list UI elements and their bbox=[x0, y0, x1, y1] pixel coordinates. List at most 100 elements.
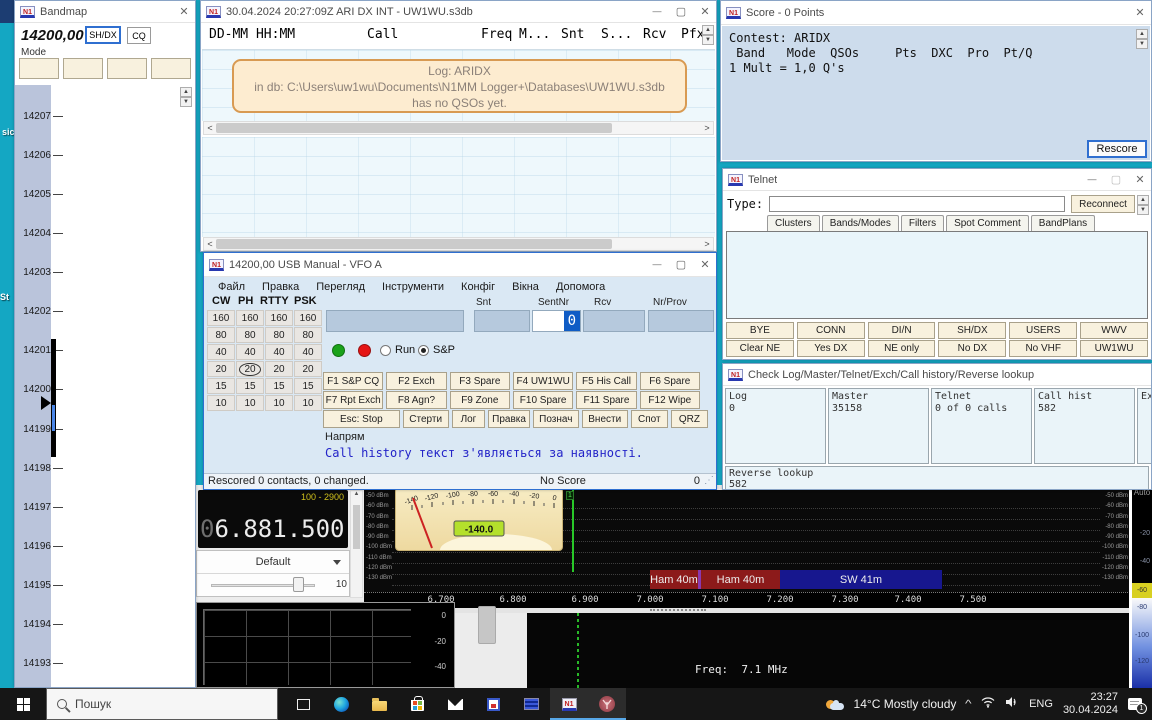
column-header[interactable]: Rcv bbox=[643, 27, 666, 42]
scrollbar-thumb[interactable] bbox=[353, 505, 360, 549]
telnet-output-area[interactable] bbox=[726, 231, 1148, 319]
rescore-button[interactable]: Rescore bbox=[1087, 140, 1147, 158]
no-vhf-button[interactable]: No VHF bbox=[1009, 340, 1077, 357]
close-icon[interactable] bbox=[178, 5, 190, 18]
band-cell[interactable]: 80 bbox=[265, 327, 293, 343]
minimize-icon[interactable] bbox=[1086, 173, 1098, 186]
column-header[interactable]: Call bbox=[367, 27, 398, 42]
check-titlebar[interactable]: N1 Check Log/Master/Telnet/Exch/Call his… bbox=[723, 364, 1151, 386]
column-header[interactable]: S... bbox=[601, 27, 632, 42]
menu-help[interactable]: Допомога bbox=[556, 281, 605, 293]
band-cell[interactable]: 40 bbox=[265, 344, 293, 360]
band-bar-sw41m[interactable]: SW 41m bbox=[780, 570, 942, 589]
clock[interactable]: 23:27 30.04.2024 bbox=[1063, 691, 1118, 717]
telnet-spinner[interactable]: ▲▼ bbox=[1137, 195, 1149, 215]
column-header[interactable]: Pfx bbox=[681, 27, 704, 42]
bye-button[interactable]: BYE bbox=[726, 322, 794, 339]
minimize-icon[interactable] bbox=[651, 5, 663, 18]
telnet-command-input[interactable] bbox=[769, 196, 1065, 212]
notification-icon[interactable]: 1 bbox=[1128, 698, 1142, 710]
f4-button[interactable]: F4 UW1WU bbox=[513, 372, 573, 390]
clear-ne-button[interactable]: Clear NE bbox=[726, 340, 794, 357]
log-spinner[interactable]: ▲▼ bbox=[702, 25, 714, 45]
wipe-button[interactable]: Стерти bbox=[403, 410, 449, 428]
close-icon[interactable] bbox=[699, 5, 711, 18]
slider-handle[interactable] bbox=[293, 577, 304, 592]
maximize-icon[interactable] bbox=[675, 258, 687, 271]
sdr-taskbar-button[interactable] bbox=[588, 688, 626, 720]
rcv-input[interactable] bbox=[583, 310, 645, 332]
mode-box[interactable] bbox=[151, 58, 191, 79]
language-indicator[interactable]: ENG bbox=[1029, 698, 1053, 710]
callsign-input[interactable] bbox=[326, 310, 464, 332]
log-titlebar[interactable]: N1 30.04.2024 20:27:09Z ARI DX INT - UW1… bbox=[201, 1, 716, 23]
start-button[interactable] bbox=[0, 688, 46, 720]
maximize-icon[interactable] bbox=[1110, 173, 1122, 186]
tuning-cursor[interactable] bbox=[572, 490, 574, 572]
band-cell[interactable]: 160 bbox=[265, 310, 293, 326]
horizontal-scrollbar[interactable]: <> bbox=[203, 121, 714, 135]
bandmap-zoom-spinner[interactable]: ▲▼ bbox=[180, 87, 192, 107]
band-cell[interactable]: 10 bbox=[236, 395, 264, 411]
column-header[interactable]: Freq bbox=[481, 27, 512, 42]
wifi-icon[interactable] bbox=[981, 695, 995, 713]
f10-button[interactable]: F10 Spare bbox=[513, 391, 573, 409]
sentnr-input[interactable]: 0 bbox=[532, 310, 581, 332]
mode-box[interactable] bbox=[63, 58, 103, 79]
band-cell[interactable]: 15 bbox=[294, 378, 322, 394]
logger-save-button[interactable] bbox=[474, 688, 512, 720]
band-cell[interactable]: 160 bbox=[294, 310, 322, 326]
shdx-button[interactable]: SH/DX bbox=[938, 322, 1006, 339]
edge-button[interactable] bbox=[322, 688, 360, 720]
menu-config[interactable]: Конфіг bbox=[461, 281, 495, 293]
scrollbar-thumb[interactable] bbox=[478, 606, 496, 644]
din-button[interactable]: DI/N bbox=[868, 322, 936, 339]
band-cell[interactable]: 15 bbox=[265, 378, 293, 394]
mycall-button[interactable]: UW1WU bbox=[1080, 340, 1148, 357]
weather-text[interactable]: 14°C Mostly cloudy bbox=[854, 697, 957, 711]
chevron-up-icon[interactable]: ▲ bbox=[351, 491, 362, 501]
chevron-up-icon[interactable]: ^ bbox=[965, 699, 972, 710]
band-cell[interactable]: 160 bbox=[207, 310, 235, 326]
tab-bandplans[interactable]: BandPlans bbox=[1031, 215, 1095, 232]
band-cell[interactable]: 10 bbox=[265, 395, 293, 411]
conn-button[interactable]: CONN bbox=[797, 322, 865, 339]
maximize-icon[interactable] bbox=[675, 5, 687, 18]
dx-app-button[interactable] bbox=[512, 688, 550, 720]
band-cell[interactable]: 80 bbox=[294, 327, 322, 343]
mail-button[interactable] bbox=[436, 688, 474, 720]
tab-filters[interactable]: Filters bbox=[901, 215, 944, 232]
menu-file[interactable]: Файл bbox=[218, 281, 245, 293]
f6-button[interactable]: F6 Spare bbox=[640, 372, 700, 390]
f2-button[interactable]: F2 Exch bbox=[386, 372, 446, 390]
ne-only-button[interactable]: NE only bbox=[868, 340, 936, 357]
qrz-button[interactable]: QRZ bbox=[671, 410, 708, 428]
entry-titlebar[interactable]: N1 14200,00 USB Manual - VFO A bbox=[204, 253, 716, 277]
mark-button[interactable]: Познач bbox=[533, 410, 579, 428]
sdr-frequency-display[interactable]: 06.881.500 bbox=[200, 515, 345, 543]
log-column-headers[interactable]: DD-MM HH:MM Call Freq M... Snt S... Rcv … bbox=[201, 23, 702, 49]
cq-button[interactable]: CQ bbox=[127, 27, 151, 44]
band-bar-ham40m[interactable]: Ham 40m bbox=[650, 570, 698, 589]
level-marker[interactable]: -60 bbox=[1132, 583, 1152, 598]
f3-button[interactable]: F3 Spare bbox=[450, 372, 510, 390]
nrprov-input[interactable] bbox=[648, 310, 714, 332]
score-spinner[interactable]: ▲▼ bbox=[1136, 29, 1148, 49]
band-cell[interactable]: 15 bbox=[236, 378, 264, 394]
log-button[interactable]: Лог bbox=[452, 410, 486, 428]
close-icon[interactable] bbox=[1134, 173, 1146, 186]
taskbar-search[interactable]: Пошук bbox=[46, 688, 278, 720]
column-header[interactable]: Snt bbox=[561, 27, 584, 42]
score-titlebar[interactable]: N1 Score - 0 Points bbox=[721, 1, 1151, 25]
tab-clusters[interactable]: Clusters bbox=[767, 215, 820, 232]
mode-box[interactable] bbox=[107, 58, 147, 79]
horizontal-scrollbar[interactable]: <> bbox=[203, 237, 714, 251]
esc-stop-button[interactable]: Esc: Stop bbox=[323, 410, 400, 428]
n1mm-taskbar-button[interactable]: N1 bbox=[550, 688, 588, 720]
speaker-icon[interactable] bbox=[1005, 695, 1019, 713]
tab-bands-modes[interactable]: Bands/Modes bbox=[822, 215, 899, 232]
f5-button[interactable]: F5 His Call bbox=[576, 372, 636, 390]
run-radio[interactable] bbox=[380, 345, 391, 356]
f8-button[interactable]: F8 Agn? bbox=[386, 391, 446, 409]
store-button[interactable] bbox=[398, 688, 436, 720]
